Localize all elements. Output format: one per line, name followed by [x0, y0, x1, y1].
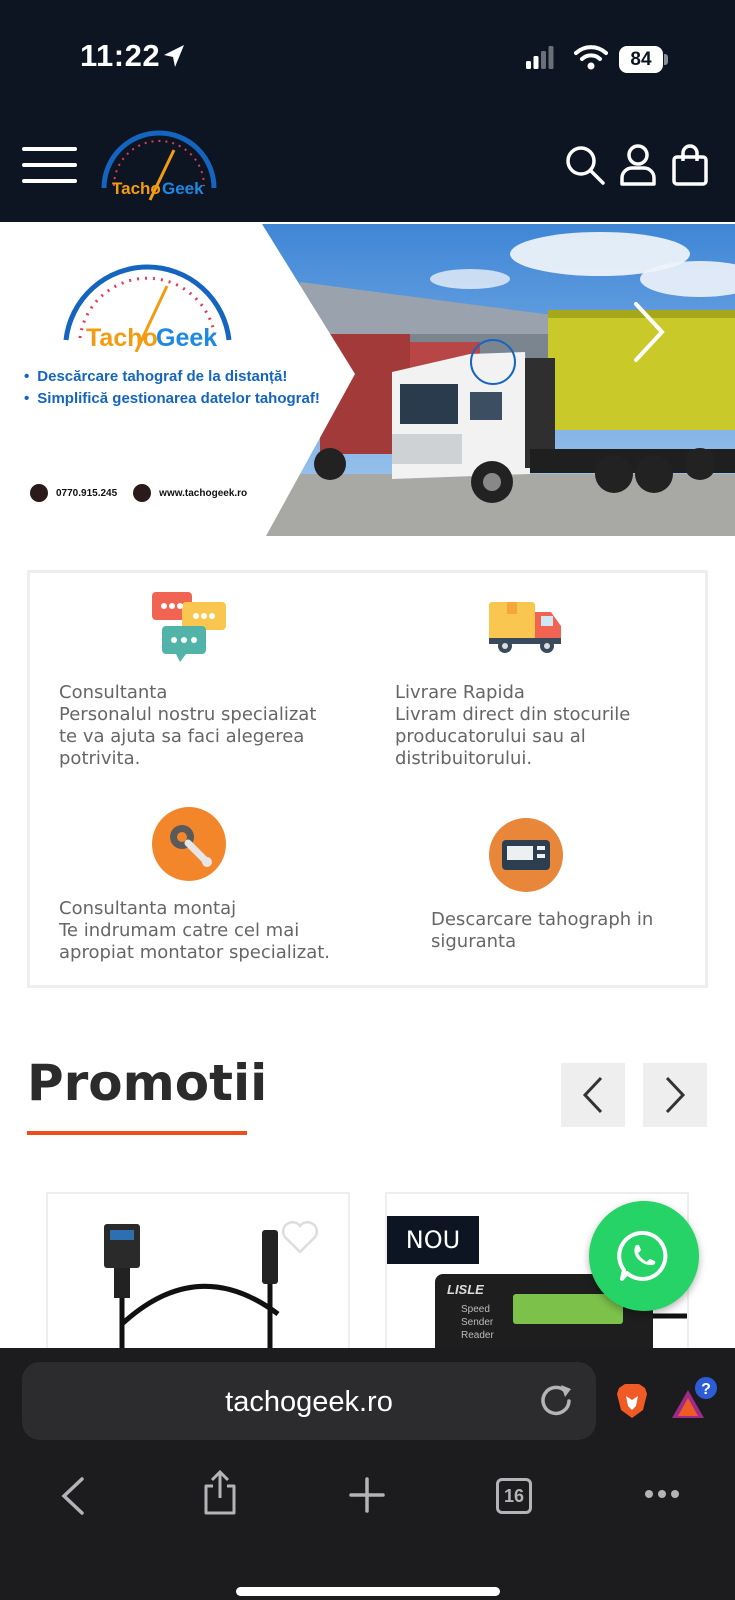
promotii-title: Promotii — [27, 1054, 268, 1112]
product-line: Sender — [461, 1317, 494, 1328]
hero-next-chevron-icon[interactable] — [632, 300, 666, 364]
feature-livrare: Livrare Rapida Livram direct din stocuri… — [395, 682, 665, 770]
feature-text: Livram direct din stocurile producatorul… — [395, 704, 631, 769]
battery-tip — [664, 54, 668, 65]
url-text[interactable]: tachogeek.ro — [22, 1386, 596, 1419]
location-arrow-icon — [164, 45, 184, 67]
hero-logo-geek: Geek — [156, 324, 217, 352]
wishlist-heart-icon[interactable] — [281, 1221, 319, 1255]
feature-descarcare: Descarcare tahograph in siguranta — [431, 909, 661, 953]
feature-text: Te indrumam catre cel mai apropiat monta… — [59, 920, 331, 963]
feature-text: Descarcare tahograph in siguranta — [431, 909, 654, 952]
chevron-right-icon — [665, 1076, 686, 1114]
account-icon[interactable] — [620, 144, 656, 186]
rewards-badge-text: ? — [701, 1381, 711, 1398]
bat-rewards-icon: ? — [672, 1375, 719, 1418]
back-icon[interactable] — [60, 1476, 86, 1516]
new-badge: NOU — [387, 1216, 479, 1264]
product-line: Speed — [461, 1304, 490, 1315]
home-indicator — [236, 1587, 500, 1596]
whatsapp-icon — [617, 1230, 668, 1281]
cart-bag-icon[interactable] — [671, 144, 709, 186]
hero-bullets: Descărcare tahograf de la distanță! Simp… — [24, 366, 320, 410]
phone-icon — [30, 484, 48, 502]
wrench-gear-icon — [152, 807, 226, 881]
feature-title: Consultanta montaj — [59, 898, 237, 919]
cellular-signal-icon — [526, 46, 554, 69]
tabs-button[interactable]: 16 — [496, 1478, 532, 1514]
more-menu-icon[interactable] — [644, 1488, 680, 1500]
hero-logo-tacho: Tacho — [86, 324, 158, 352]
battery-level: 84 — [619, 46, 663, 73]
tachogeek-logo[interactable]: Tacho Geek — [98, 128, 220, 206]
svg-text:Geek: Geek — [162, 179, 204, 198]
hero-contacts: 0770.915.245 www.tachogeek.ro — [30, 484, 247, 502]
rewards-button[interactable]: ? — [670, 1375, 719, 1429]
share-icon[interactable] — [202, 1470, 238, 1516]
search-icon[interactable] — [564, 144, 606, 186]
hero-website: www.tachogeek.ro — [159, 487, 248, 499]
feature-text: Personalul nostru specializat te va ajut… — [59, 704, 317, 769]
globe-icon — [133, 484, 152, 502]
chat-bubbles-icon — [152, 592, 226, 662]
product-brand: LISLE — [447, 1282, 484, 1297]
promo-next-button[interactable] — [643, 1063, 707, 1127]
brave-shields-icon[interactable] — [615, 1382, 649, 1420]
card-reader-icon — [489, 818, 563, 892]
hero-logo: Tacho Geek — [63, 264, 232, 352]
wifi-icon — [574, 45, 608, 70]
feature-consultanta-montaj: Consultanta montaj Te indrumam catre cel… — [59, 898, 359, 964]
promo-prev-button[interactable] — [561, 1063, 625, 1127]
reload-icon[interactable] — [537, 1382, 575, 1420]
feature-title: Livrare Rapida — [395, 682, 525, 703]
product-card[interactable] — [46, 1192, 350, 1352]
address-bar[interactable]: tachogeek.ro — [22, 1362, 596, 1440]
chevron-left-icon — [582, 1076, 603, 1114]
hero-banner[interactable]: Tacho Geek Descărcare tahograf de la dis… — [0, 224, 735, 536]
feature-consultanta: Consultanta Personalul nostru specializa… — [59, 682, 329, 770]
site-header: 11:22 84 Tacho Geek — [0, 0, 735, 222]
new-tab-plus-icon[interactable] — [348, 1476, 386, 1514]
svg-text:Tacho: Tacho — [112, 179, 161, 198]
whatsapp-button[interactable] — [589, 1201, 699, 1311]
feature-title: Consultanta — [59, 682, 168, 703]
product-cable-image — [104, 1224, 280, 1350]
status-time: 11:22 — [80, 38, 161, 73]
product-line: Reader — [461, 1330, 494, 1341]
hero-bullet: Descărcare tahograf de la distanță! — [24, 366, 320, 388]
hero-bullet: Simplifică gestionarea datelor tahograf! — [24, 388, 320, 410]
hero-phone: 0770.915.245 — [56, 487, 118, 499]
browser-toolbar: tachogeek.ro ? 16 — [0, 1348, 735, 1600]
delivery-truck-icon — [489, 602, 561, 653]
promotii-underline — [27, 1131, 247, 1135]
menu-hamburger-icon[interactable] — [22, 147, 77, 183]
